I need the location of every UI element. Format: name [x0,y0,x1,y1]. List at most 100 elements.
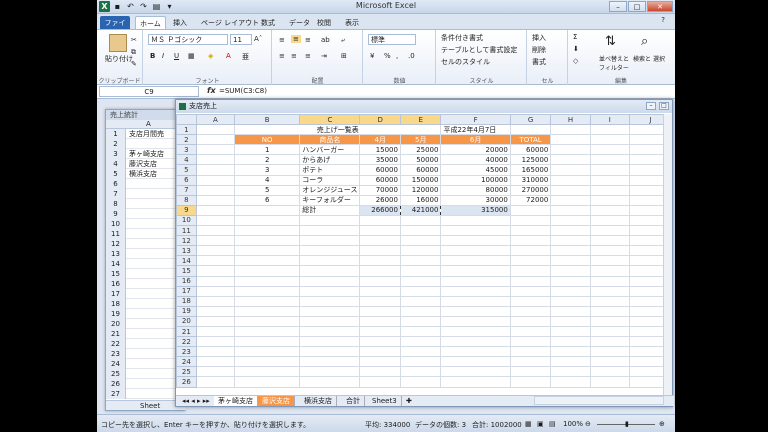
data-cell[interactable]: 4 [234,174,301,186]
header-cell[interactable]: TOTAL [509,134,552,146]
sheet-tab-total[interactable]: 合計 [342,396,365,406]
cell[interactable] [440,346,511,358]
cell[interactable] [399,255,442,267]
cell[interactable] [589,154,630,166]
cell[interactable] [359,356,401,368]
total-cell[interactable]: 266000 [359,204,401,216]
row-header[interactable]: 13 [176,245,197,257]
column-header-i[interactable]: I [589,113,630,126]
back-row-number[interactable]: 1 [106,129,126,139]
border-icon[interactable]: ▦ [188,52,195,60]
row-header[interactable]: 24 [176,356,197,368]
minimize-icon[interactable]: – [609,1,627,12]
fill-icon[interactable]: ⬇ [573,45,579,53]
cell[interactable] [359,235,401,247]
cell[interactable] [234,245,301,257]
total-cell[interactable]: 315000 [440,204,511,216]
data-cell[interactable]: 45000 [440,164,511,176]
tab-file[interactable]: ファイル [100,16,130,37]
orientation-icon[interactable]: ab [321,36,330,44]
cell[interactable] [195,245,236,257]
font-size-select[interactable]: 11 [230,34,252,45]
header-cell[interactable]: 5月 [399,134,442,146]
decimal-icon[interactable]: .0 [408,52,415,60]
cell[interactable] [509,255,552,267]
help-icon[interactable]: ? [657,14,669,27]
window-minimize-icon[interactable]: – [646,102,656,110]
cell[interactable] [589,194,630,206]
row-header[interactable]: 3 [176,144,197,156]
header-cell[interactable]: NO [234,134,301,146]
cell[interactable] [299,305,361,317]
cell[interactable] [399,295,442,307]
back-row-number[interactable]: 5 [106,169,126,179]
cell[interactable] [509,275,552,287]
font-color-icon[interactable]: A [226,52,231,60]
horizontal-scrollbar[interactable] [534,396,664,405]
header-cell[interactable]: 4月 [359,134,401,146]
clear-icon[interactable]: ◇ [573,57,578,65]
window-restore-icon[interactable]: □ [659,102,669,110]
cell[interactable] [359,265,401,277]
column-header-e[interactable]: E [399,113,442,126]
cell[interactable] [299,366,361,378]
header-cell[interactable]: 商品名 [299,134,361,146]
back-row-number[interactable]: 4 [106,159,126,169]
back-column-a[interactable]: A [146,120,151,128]
cell[interactable] [509,245,552,257]
sheet-nav-icon[interactable]: ◂◂ ◂ ▸ ▸▸ [178,396,214,406]
cell[interactable] [299,265,361,277]
delete-cells-button[interactable]: 削除 [532,45,546,55]
fx-icon[interactable]: fx [207,86,216,95]
data-cell[interactable]: 35000 [359,154,401,166]
cell[interactable] [234,366,301,378]
cell[interactable] [299,225,361,237]
cell[interactable] [234,235,301,247]
column-header-g[interactable]: G [509,113,552,126]
maximize-icon[interactable]: □ [628,1,646,12]
cell[interactable] [234,305,301,317]
back-row-number[interactable]: 17 [106,289,126,299]
cell[interactable] [299,356,361,368]
cell[interactable] [234,255,301,267]
cell[interactable] [234,275,301,287]
cell[interactable] [509,356,552,368]
indent-icon[interactable]: ⇥ [321,52,327,60]
row-header[interactable]: 16 [176,275,197,287]
back-cell[interactable]: 茅ヶ崎支店 [129,149,164,159]
view-normal-icon[interactable]: ▦ [525,420,532,428]
cell[interactable] [195,194,236,206]
formula-input[interactable]: =SUM(C3:C8) [219,87,267,95]
back-row-number[interactable]: 26 [106,379,126,389]
zoom-out-icon[interactable]: ⊖ [585,420,591,428]
comma-button[interactable]: , [396,52,398,60]
cell[interactable] [195,204,236,216]
cell[interactable] [509,265,552,277]
tab-home[interactable]: ホーム [135,16,166,29]
column-header-c[interactable]: C [299,113,361,126]
align-left-icon[interactable]: ≡ [279,52,285,60]
cell[interactable] [440,214,511,227]
align-middle-icon[interactable]: ≡ [291,35,301,43]
cell[interactable] [195,124,236,136]
back-cell[interactable]: 横浜支店 [129,169,157,179]
column-header-a[interactable]: A [195,113,236,126]
zoom-level[interactable]: 100% [563,420,583,428]
cell[interactable] [589,204,630,216]
back-row-number[interactable]: 2 [106,139,126,149]
data-cell[interactable]: 5 [234,184,301,196]
row-header[interactable]: 1 [176,124,197,136]
cell[interactable] [509,305,552,317]
cell[interactable] [195,336,236,348]
back-row-number[interactable]: 23 [106,349,126,359]
row-header[interactable]: 25 [176,366,197,378]
cell[interactable] [440,275,511,287]
cell[interactable] [440,265,511,277]
cell[interactable] [359,214,401,227]
cell[interactable] [195,154,236,166]
cell[interactable] [399,366,442,378]
cell[interactable] [359,366,401,378]
cell[interactable] [509,366,552,378]
cell[interactable] [195,184,236,196]
cell[interactable] [589,184,630,196]
